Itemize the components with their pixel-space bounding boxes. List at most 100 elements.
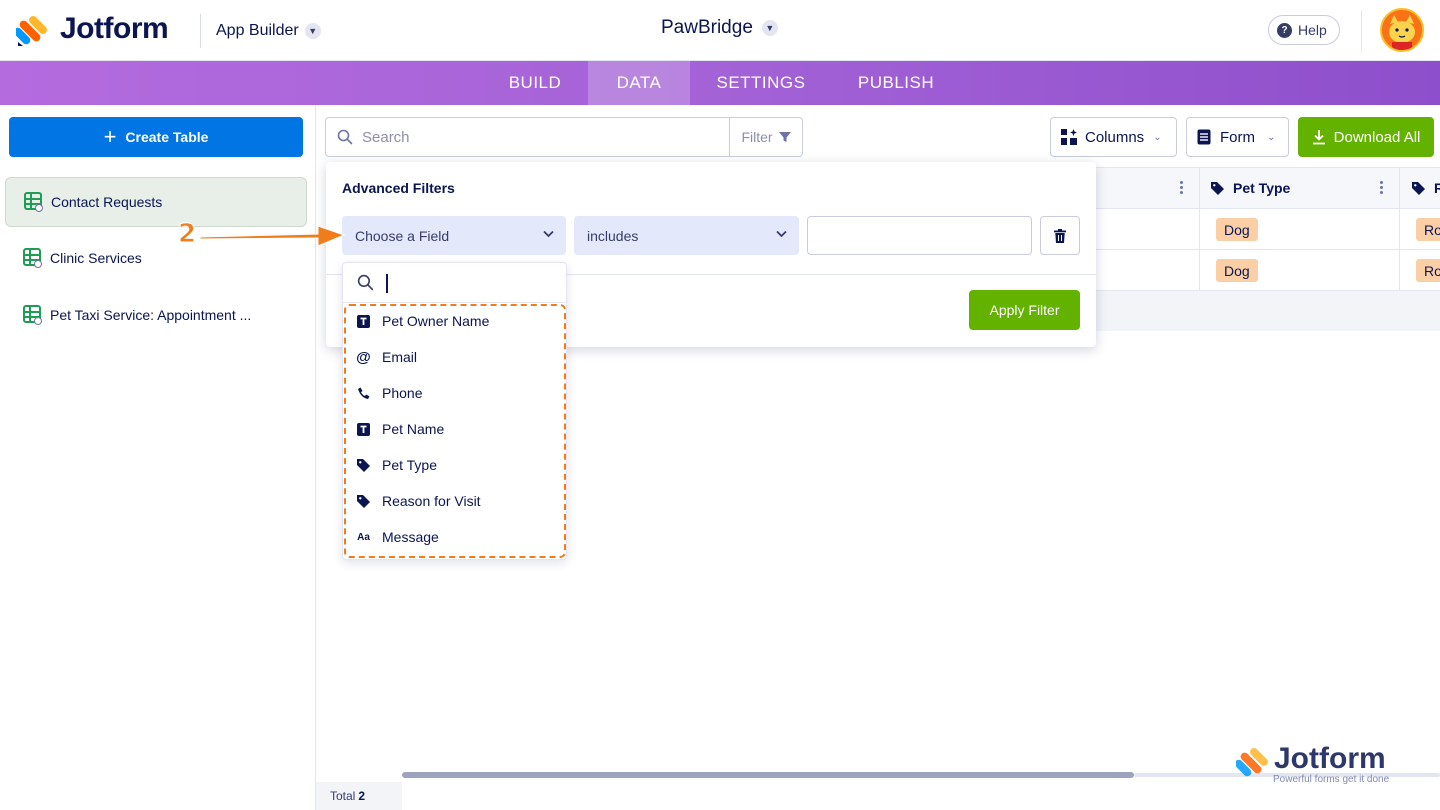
long-text-icon: Aa — [357, 531, 370, 543]
total-value: 2 — [358, 789, 366, 803]
tab-label: PUBLISH — [857, 73, 935, 92]
product-label: App Builder — [216, 22, 299, 39]
download-all-button[interactable]: Download All — [1298, 117, 1434, 157]
sidebar-item-pet-taxi[interactable]: Pet Taxi Service: Appointment ... — [5, 290, 307, 340]
chevron-down-icon: ▼ — [304, 23, 321, 39]
tables-sidebar: + Create Table Contact Requests Clinic S… — [0, 105, 316, 810]
watermark-brand: Jotform — [1274, 742, 1386, 775]
download-all-label: Download All — [1333, 128, 1421, 146]
table-icon — [23, 248, 42, 268]
table-row[interactable]: Dog Ro — [1096, 250, 1440, 291]
text-field-icon — [356, 422, 371, 437]
watermark-tagline: Powerful forms get it done — [1273, 774, 1390, 785]
apply-filter-button[interactable]: Apply Filter — [969, 290, 1080, 330]
header-divider — [1361, 10, 1362, 52]
tab-build[interactable]: BUILD — [482, 61, 588, 105]
field-option-email[interactable]: @ Email — [356, 347, 417, 367]
app-name: PawBridge — [661, 17, 753, 38]
field-option-pet-name[interactable]: Pet Name — [356, 419, 444, 439]
annotation-step-number: 2 — [177, 219, 197, 250]
help-button[interactable]: ? Help — [1268, 15, 1340, 45]
columns-icon — [1061, 129, 1077, 145]
field-select-value: Choose a Field — [355, 227, 450, 244]
chevron-down-icon — [543, 230, 554, 238]
download-icon — [1312, 130, 1325, 145]
filter-button[interactable]: Filter — [729, 118, 802, 156]
field-option-label: Message — [382, 529, 439, 545]
annotation-arrow-icon — [200, 225, 346, 247]
jotform-logo-icon — [16, 16, 47, 46]
table-row[interactable]: Dog Ro — [1096, 209, 1440, 250]
field-select[interactable]: Choose a Field — [342, 216, 566, 255]
tab-data[interactable]: DATA — [588, 61, 690, 105]
panel-title: Advanced Filters — [342, 180, 455, 196]
help-label: Help — [1298, 22, 1327, 38]
column-divider — [1399, 167, 1400, 291]
field-option-label: Phone — [382, 385, 423, 401]
field-option-label: Email — [382, 349, 418, 365]
filter-value-input[interactable] — [807, 216, 1032, 255]
filter-label: Filter — [741, 129, 773, 145]
table-footer-band — [1096, 291, 1440, 331]
sidebar-item-label: Pet Taxi Service: Appointment ... — [50, 307, 252, 323]
create-table-label: Create Table — [125, 129, 209, 145]
tag-icon — [1211, 181, 1224, 195]
tag-icon — [356, 458, 371, 473]
field-option-phone[interactable]: Phone — [356, 383, 422, 403]
tab-label: SETTINGS — [716, 73, 806, 92]
field-option-pet-owner-name[interactable]: Pet Owner Name — [356, 311, 489, 331]
pet-type-badge: Dog — [1216, 218, 1258, 241]
field-option-reason-for-visit[interactable]: Reason for Visit — [356, 491, 481, 511]
column-header-next[interactable]: R — [1412, 180, 1440, 196]
tag-icon — [1412, 181, 1425, 195]
product-switcher[interactable]: App Builder ▼ — [200, 14, 321, 48]
jotform-logo[interactable]: Jotform — [16, 12, 169, 46]
search-input[interactable]: Search Filter — [325, 117, 803, 157]
search-icon — [337, 129, 353, 145]
sidebar-item-contact-requests[interactable]: Contact Requests — [5, 177, 307, 227]
at-icon: @ — [356, 348, 371, 366]
columns-button[interactable]: Columns ⌄ — [1050, 117, 1177, 157]
horizontal-scrollbar[interactable] — [402, 772, 1134, 778]
field-option-label: Pet Owner Name — [382, 313, 490, 329]
columns-label: Columns — [1085, 128, 1145, 146]
table-icon — [24, 192, 43, 212]
operator-select[interactable]: includes — [574, 216, 799, 255]
field-option-message[interactable]: Aa Message — [356, 527, 439, 547]
field-option-label: Reason for Visit — [382, 493, 481, 509]
table-icon — [23, 305, 42, 325]
column-divider — [1199, 167, 1200, 291]
jotform-watermark: Jotform Powerful forms get it done — [1236, 742, 1436, 790]
phone-icon — [356, 386, 371, 401]
column-menu-icon[interactable] — [1380, 181, 1384, 196]
avatar[interactable] — [1380, 8, 1424, 52]
operator-select-value: includes — [587, 227, 639, 244]
chevron-down-icon: ▼ — [761, 20, 778, 36]
column-title: R — [1434, 180, 1440, 196]
tab-label: DATA — [616, 73, 662, 92]
column-header-pet-type[interactable]: Pet Type — [1211, 180, 1290, 196]
total-label: Total — [330, 789, 356, 803]
plus-icon: + — [103, 124, 117, 149]
form-button[interactable]: Form ⌄ — [1186, 117, 1289, 157]
brand-name: Jotform — [60, 12, 169, 45]
form-icon — [1197, 129, 1211, 145]
main-nav: BUILD DATA SETTINGS PUBLISH — [0, 61, 1440, 105]
field-option-pet-type[interactable]: Pet Type — [356, 455, 437, 475]
field-option-label: Pet Type — [382, 457, 438, 473]
field-search-input[interactable] — [343, 263, 566, 303]
chevron-down-icon: ⌄ — [1153, 131, 1162, 143]
chevron-down-icon: ⌄ — [1267, 131, 1276, 143]
sidebar-item-label: Contact Requests — [51, 194, 163, 210]
delete-filter-button[interactable] — [1040, 216, 1080, 255]
record-count: Total 2 — [316, 782, 402, 810]
create-table-button[interactable]: + Create Table — [9, 117, 303, 157]
column-menu-icon[interactable] — [1180, 181, 1184, 196]
top-header: Jotform App Builder ▼ PawBridge ▼ ? Help — [0, 0, 1440, 61]
trash-icon — [1054, 228, 1066, 243]
tab-publish[interactable]: PUBLISH — [832, 61, 960, 105]
tab-label: BUILD — [508, 73, 562, 92]
app-name-switcher[interactable]: PawBridge ▼ — [661, 17, 778, 39]
tab-settings[interactable]: SETTINGS — [690, 61, 832, 105]
tag-icon — [356, 494, 371, 509]
